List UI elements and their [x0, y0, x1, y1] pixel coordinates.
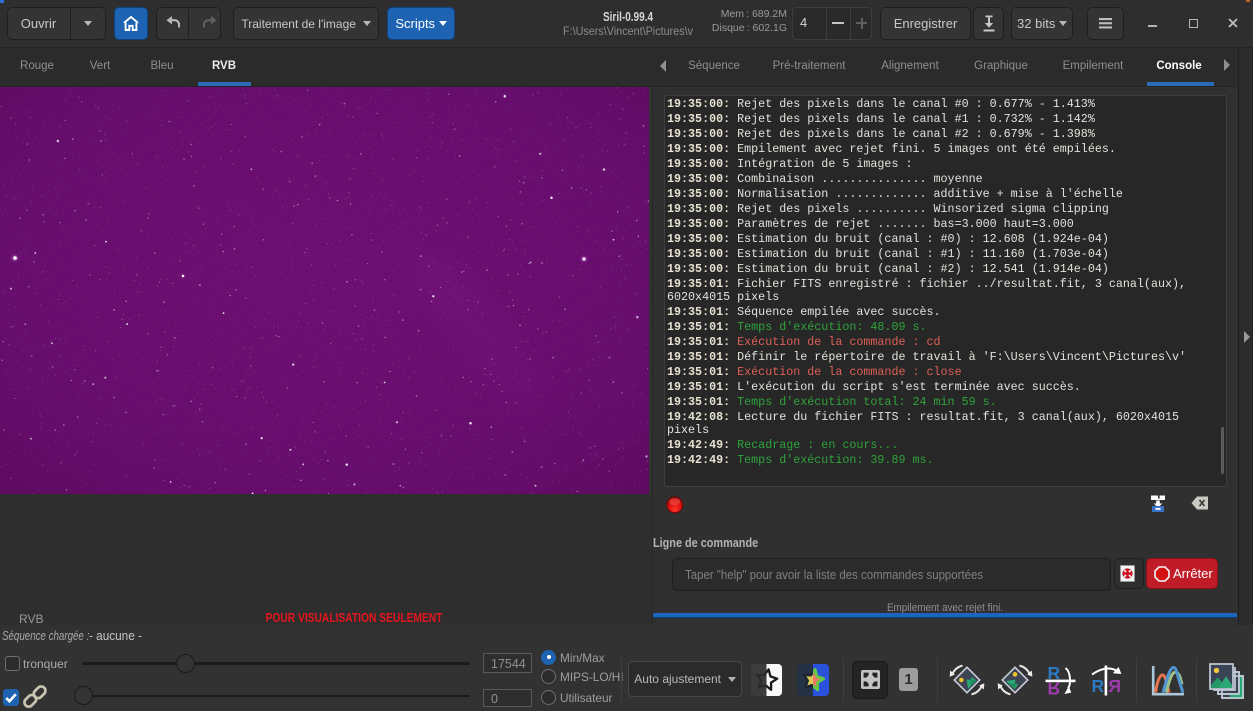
svg-text:R: R — [1092, 676, 1105, 696]
svg-text:R: R — [1108, 676, 1121, 696]
